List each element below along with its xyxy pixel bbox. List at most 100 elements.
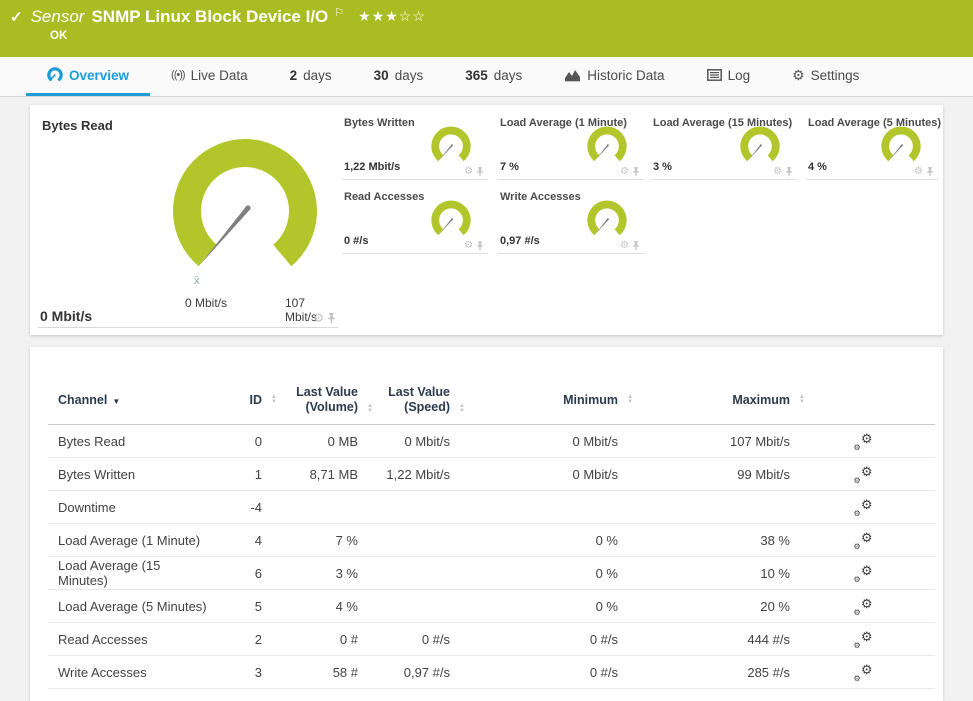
gauge-current-value: 4 % (808, 161, 827, 173)
channel-settings-gears-icon[interactable]: ⚙⚙ (853, 499, 873, 516)
table-row[interactable]: Read Accesses 2 0 # 0 #/s 0 #/s 444 #/s … (48, 623, 935, 656)
cell-maximum: 20 % (618, 599, 790, 614)
column-header-maximum[interactable]: Maximum ▲▼ (618, 393, 790, 407)
flag-icon[interactable]: ⚐ (334, 6, 344, 19)
channel-settings-gears-icon[interactable]: ⚙⚙ (853, 664, 873, 681)
cell-minimum: 0 Mbit/s (450, 467, 618, 482)
column-label: (Volume) (262, 400, 358, 415)
column-label: Maximum (732, 393, 790, 407)
table-row[interactable]: Bytes Written 1 8,71 MB 1,22 Mbit/s 0 Mb… (48, 458, 935, 491)
gauge-settings-gear-icon[interactable]: ⚙ (313, 312, 324, 324)
channel-settings-gears-icon[interactable]: ⚙⚙ (853, 532, 873, 549)
tab-label: Overview (69, 68, 129, 83)
cell-minimum: 0 % (450, 599, 618, 614)
column-label: Last Value (358, 385, 450, 400)
column-label: Last Value (262, 385, 358, 400)
tab-2-days[interactable]: 2 days (269, 57, 353, 96)
gauge-settings-gear-icon[interactable]: ⚙ (620, 167, 629, 177)
tab-log[interactable]: Log (686, 57, 772, 96)
gauge-settings-gear-icon[interactable]: ⚙ (620, 241, 629, 251)
tab-live-data[interactable]: ((•)) Live Data (150, 57, 269, 96)
sort-caret-icon: ▼ (112, 397, 120, 406)
cell-last-value-volume: 58 # (262, 665, 358, 680)
sensor-kind-label: Sensor (31, 7, 85, 27)
gauge-title: Bytes Read (42, 118, 113, 133)
pin-icon[interactable] (327, 313, 336, 324)
tab-bar: Overview ((•)) Live Data 2 days 30 days … (0, 57, 973, 97)
cell-minimum: 0 #/s (450, 665, 618, 680)
gauge-settings-gear-icon[interactable]: ⚙ (464, 241, 473, 251)
cell-id: -4 (210, 500, 262, 515)
gauge-title: Bytes Written (344, 117, 415, 129)
column-header-minimum[interactable]: Minimum ▲▼ (450, 393, 618, 407)
tab-overview[interactable]: Overview (26, 57, 150, 96)
cell-minimum: 0 % (450, 566, 618, 581)
gauge-current-value: 3 % (653, 161, 672, 173)
channel-settings-gears-icon[interactable]: ⚙⚙ (853, 598, 873, 615)
cell-channel: Write Accesses (58, 665, 210, 680)
cell-minimum: 0 #/s (450, 632, 618, 647)
tab-label: days (395, 68, 424, 83)
gauge-current-value: 0 Mbit/s (40, 308, 92, 324)
table-row[interactable]: Load Average (1 Minute) 4 7 % 0 % 38 % ⚙… (48, 524, 935, 557)
tab-label: Log (728, 68, 751, 83)
column-header-last-value-volume[interactable]: Last Value (Volume) ▲▼ (262, 385, 358, 415)
status-check-icon: ✓ (10, 8, 23, 26)
table-row[interactable]: Load Average (15 Minutes) 6 3 % 0 % 10 %… (48, 557, 935, 590)
gauge-settings-gear-icon[interactable]: ⚙ (464, 167, 473, 177)
pin-icon[interactable] (632, 241, 640, 251)
column-label: Minimum (563, 393, 618, 407)
cell-maximum: 10 % (618, 566, 790, 581)
gauge-settings-gear-icon[interactable]: ⚙ (773, 167, 782, 177)
priority-stars[interactable]: ★★★☆☆ (358, 8, 426, 25)
gauge-load-average-1-minute: Load Average (1 Minute) 7 % ⚙ (498, 113, 644, 180)
cell-last-value-volume: 0 # (262, 632, 358, 647)
tab-settings[interactable]: ⚙ Settings (771, 57, 880, 96)
gauge-current-value: 0,97 #/s (500, 235, 540, 247)
pin-icon[interactable] (785, 167, 793, 177)
column-header-id[interactable]: ID ▲▼ (210, 393, 262, 407)
sensor-title: SNMP Linux Block Device I/O (91, 7, 328, 27)
area-chart-icon (564, 68, 581, 82)
cell-channel: Load Average (15 Minutes) (58, 558, 210, 588)
column-header-last-value-speed[interactable]: Last Value (Speed) ▲▼ (358, 385, 450, 415)
tab-label: Historic Data (587, 68, 664, 83)
table-row[interactable]: Write Accesses 3 58 # 0,97 #/s 0 #/s 285… (48, 656, 935, 689)
primary-gauge-dial: x̄ (150, 119, 340, 299)
status-badge: OK (50, 30, 67, 42)
column-label: ID (250, 393, 263, 407)
table-row[interactable]: Downtime -4 ⚙⚙ (48, 491, 935, 524)
table-row[interactable]: Bytes Read 0 0 MB 0 Mbit/s 0 Mbit/s 107 … (48, 425, 935, 458)
gauge-load-average-15-minutes: Load Average (15 Minutes) 3 % ⚙ (651, 113, 797, 180)
gauge-settings-gear-icon[interactable]: ⚙ (914, 167, 923, 177)
cell-channel: Downtime (58, 500, 210, 515)
cell-last-value-speed: 1,22 Mbit/s (358, 467, 450, 482)
pin-icon[interactable] (476, 241, 484, 251)
tab-number: 2 (290, 68, 298, 83)
pin-icon[interactable] (632, 167, 640, 177)
column-label: (Speed) (358, 400, 450, 415)
cell-channel: Bytes Read (58, 434, 210, 449)
pin-icon[interactable] (476, 167, 484, 177)
tab-365-days[interactable]: 365 days (444, 57, 543, 96)
sort-icon: ▲▼ (799, 395, 805, 405)
average-marker: x̄ (194, 275, 200, 287)
tab-historic-data[interactable]: Historic Data (543, 57, 685, 96)
tab-30-days[interactable]: 30 days (353, 57, 445, 96)
column-header-channel[interactable]: Channel▼ (58, 393, 210, 407)
tab-number: 30 (374, 68, 389, 83)
cell-id: 1 (210, 467, 262, 482)
channel-settings-gears-icon[interactable]: ⚙⚙ (853, 631, 873, 648)
table-row[interactable]: Load Average (5 Minutes) 5 4 % 0 % 20 % … (48, 590, 935, 623)
gauge-bytes-read: Bytes Read x̄ 0 Mbit/s 107 Mbit/s 0 Mbit… (38, 113, 338, 328)
channel-settings-gears-icon[interactable]: ⚙⚙ (853, 565, 873, 582)
log-icon (707, 69, 722, 81)
sensor-page: ✓ Sensor SNMP Linux Block Device I/O ⚐ ★… (0, 0, 973, 701)
cell-maximum: 444 #/s (618, 632, 790, 647)
channel-settings-gears-icon[interactable]: ⚙⚙ (853, 466, 873, 483)
pin-icon[interactable] (926, 167, 934, 177)
cell-channel: Read Accesses (58, 632, 210, 647)
cell-maximum: 285 #/s (618, 665, 790, 680)
channel-settings-gears-icon[interactable]: ⚙⚙ (853, 433, 873, 450)
broadcast-icon: ((•)) (171, 69, 185, 81)
